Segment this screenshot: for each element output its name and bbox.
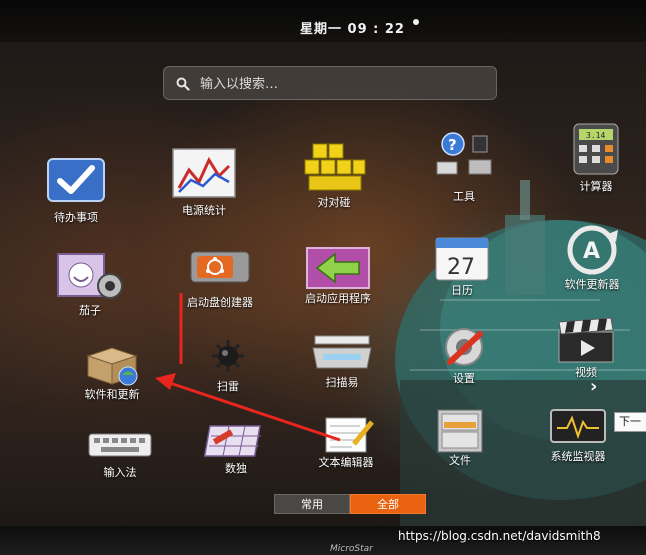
settings-gear-icon (445, 328, 483, 366)
app-label: 系统监视器 (550, 450, 606, 463)
app-label: 软件和更新 (84, 388, 140, 401)
app-label: 计算器 (579, 180, 613, 193)
app-software-updater[interactable]: A 软件更新器 (546, 224, 638, 320)
app-label: 文本编辑器 (318, 456, 374, 469)
tab-common[interactable]: 常用 (274, 494, 350, 514)
calculator-display: 3.14 (586, 131, 605, 140)
app-label: 扫雷 (217, 380, 239, 393)
tetravex-icon (304, 143, 366, 191)
search-icon (176, 77, 190, 91)
calendar-icon: 27 (435, 237, 489, 281)
update-icon: A (567, 225, 618, 275)
app-label: 扫描易 (325, 376, 359, 389)
app-system-monitor[interactable]: 系统监视器 (532, 408, 624, 504)
video-clapper-icon (558, 317, 614, 363)
startup-arrow-icon (306, 247, 370, 289)
app-label: 茄子 (79, 304, 101, 317)
app-sudoku[interactable]: 数独 (190, 420, 282, 516)
search-input[interactable] (198, 73, 482, 95)
app-power-statistics[interactable]: 电源统计 (158, 146, 250, 242)
app-label: 设置 (453, 372, 475, 385)
app-mines[interactable]: 扫雷 (182, 336, 274, 432)
svg-text:A: A (583, 239, 600, 264)
category-tabs: 常用 全部 (274, 494, 426, 514)
svg-text:?: ? (448, 136, 457, 154)
search-bar[interactable] (163, 66, 497, 100)
mine-icon (212, 340, 244, 372)
webcam-icon (57, 253, 123, 299)
app-label: 视频 (575, 366, 597, 379)
app-label: 文件 (449, 454, 471, 467)
monitor-brand-logo: MicroStar (330, 544, 373, 554)
clock[interactable]: 星期一 09 : 22 (300, 18, 440, 37)
app-label: 数独 (225, 462, 247, 475)
calculator-icon: 3.14 (573, 123, 619, 175)
text-editor-icon (325, 417, 374, 453)
app-calculator[interactable]: 3.14 计算器 (550, 122, 642, 218)
app-videos[interactable]: 视频 (540, 316, 632, 412)
app-label: 启动盘创建器 (187, 296, 253, 309)
app-label: 输入法 (103, 466, 137, 479)
app-files[interactable]: 文件 (414, 408, 506, 504)
app-cheese[interactable]: 茄子 (44, 250, 136, 346)
software-box-icon (86, 347, 138, 386)
app-label: 对对碰 (317, 196, 351, 209)
watermark: https://blog.csdn.net/davidsmith8 (398, 529, 601, 543)
app-settings[interactable]: 设置 (418, 322, 510, 418)
checkmark-icon (47, 158, 105, 202)
next-page-chevron-icon[interactable]: › (590, 376, 597, 397)
desktop-screen: 星期一 09 : 22 待办事项 电源统计 (0, 0, 646, 555)
tab-all[interactable]: 全部 (350, 494, 426, 514)
keyboard-icon (88, 433, 152, 457)
app-label: 启动应用程序 (305, 292, 371, 305)
app-label: 日历 (451, 284, 473, 297)
scanner-icon (312, 335, 372, 369)
next-page-tooltip: 下一 (614, 412, 646, 432)
app-usb-creator[interactable]: 启动盘创建器 (174, 242, 266, 338)
app-input-method[interactable]: 输入法 (74, 430, 166, 526)
tools-icon: ? (436, 132, 492, 175)
system-monitor-icon (550, 409, 606, 443)
app-label: 待办事项 (54, 211, 98, 224)
app-software-updates[interactable]: 软件和更新 (66, 344, 158, 440)
file-cabinet-icon (437, 409, 483, 453)
app-tools[interactable]: ? 工具 (418, 130, 510, 226)
status-dot (413, 19, 419, 25)
app-tetravex[interactable]: 对对碰 (288, 140, 380, 236)
app-calendar[interactable]: 27 日历 (416, 236, 508, 332)
app-todo[interactable]: 待办事项 (30, 155, 122, 251)
app-label: 工具 (453, 190, 475, 203)
chart-icon (172, 148, 236, 198)
app-label: 电源统计 (182, 204, 226, 217)
usb-drive-icon (190, 251, 250, 283)
calendar-day: 27 (447, 255, 475, 280)
app-label: 软件更新器 (564, 278, 620, 291)
sudoku-grid-icon (203, 425, 261, 457)
app-startup-applications[interactable]: 启动应用程序 (292, 244, 384, 340)
